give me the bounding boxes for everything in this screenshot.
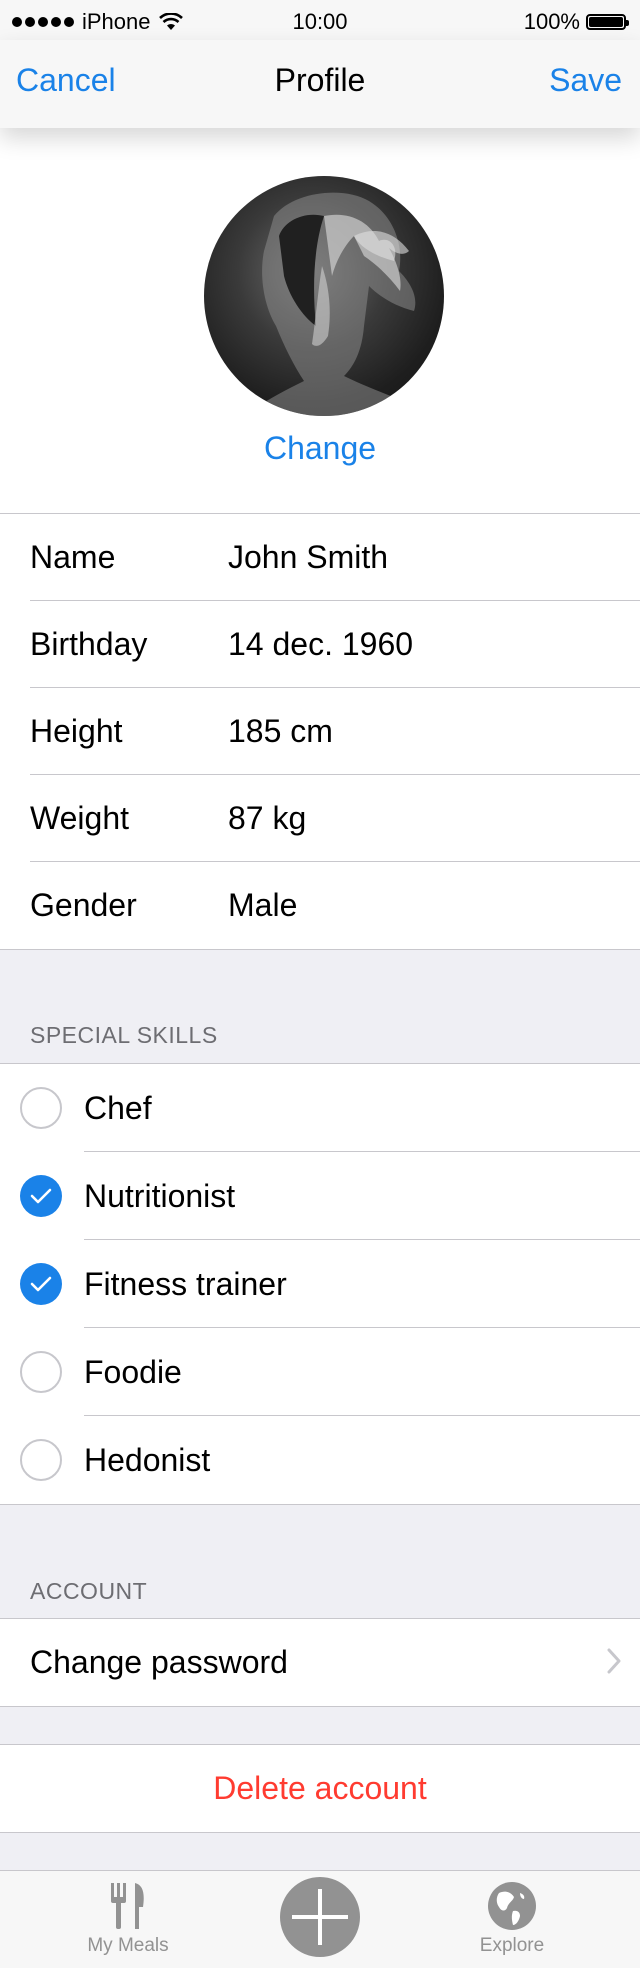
- battery-percentage: 100%: [523, 9, 580, 34]
- skill-fitness-trainer[interactable]: Fitness trainer: [0, 1240, 640, 1328]
- delete-account-button[interactable]: Delete account: [0, 1745, 640, 1832]
- tab-bar: My Meals Explore: [0, 1870, 640, 1968]
- special-skills-list: Chef Nutritionist Fitness trainer Foodie…: [0, 1063, 640, 1505]
- save-button[interactable]: Save: [549, 62, 622, 99]
- field-height[interactable]: Height 185 cm: [0, 688, 640, 775]
- skill-label: Hedonist: [84, 1442, 211, 1478]
- battery-icon: [586, 14, 629, 30]
- field-label: Height: [30, 713, 123, 749]
- account-header: ACCOUNT: [30, 1578, 148, 1604]
- battery-status: 100%: [523, 9, 629, 35]
- skill-nutritionist[interactable]: Nutritionist: [0, 1152, 640, 1240]
- avatar[interactable]: [204, 176, 444, 416]
- skill-foodie[interactable]: Foodie: [0, 1328, 640, 1416]
- field-label: Gender: [30, 887, 137, 923]
- add-meal-button[interactable]: [280, 1877, 360, 1957]
- skill-label: Foodie: [84, 1354, 182, 1390]
- field-value[interactable]: 185 cm: [228, 713, 333, 750]
- special-skills-header: SPECIAL SKILLS: [30, 1022, 218, 1048]
- tab-label: Explore: [479, 1935, 545, 1956]
- unchecked-circle-icon[interactable]: [20, 1351, 62, 1393]
- field-label: Name: [30, 539, 116, 575]
- navigation-bar: Cancel Profile Save: [0, 40, 640, 128]
- tab-explore[interactable]: Explore: [432, 1881, 592, 1957]
- checkmark-circle-icon[interactable]: [20, 1263, 62, 1305]
- field-gender[interactable]: Gender Male: [0, 862, 640, 949]
- avatar-section: Change: [0, 128, 640, 513]
- skill-label: Chef: [84, 1090, 152, 1126]
- delete-account-section: Delete account: [0, 1744, 640, 1833]
- globe-icon: [488, 1882, 536, 1930]
- profile-photo: [244, 192, 434, 416]
- field-label: Weight: [30, 800, 130, 836]
- change-password-row[interactable]: Change password: [0, 1619, 640, 1706]
- field-value[interactable]: 14 dec. 1960: [228, 626, 413, 663]
- field-name[interactable]: Name John Smith: [0, 514, 640, 601]
- page-title: Profile: [274, 62, 366, 98]
- delete-account-label: Delete account: [213, 1770, 427, 1806]
- skill-hedonist[interactable]: Hedonist: [0, 1416, 640, 1504]
- skill-label: Nutritionist: [84, 1178, 236, 1214]
- skill-chef[interactable]: Chef: [0, 1064, 640, 1152]
- fork-knife-icon: [111, 1883, 144, 1929]
- change-photo-button[interactable]: Change: [0, 430, 640, 467]
- chevron-right-icon: [607, 1648, 621, 1674]
- status-bar: iPhone 10:00 100%: [0, 0, 640, 40]
- field-weight[interactable]: Weight 87 kg: [0, 775, 640, 862]
- account-section: Change password: [0, 1618, 640, 1707]
- unchecked-circle-icon[interactable]: [20, 1439, 62, 1481]
- field-value[interactable]: John Smith: [228, 539, 388, 576]
- tab-my-meals[interactable]: My Meals: [48, 1881, 208, 1957]
- checkmark-circle-icon[interactable]: [20, 1175, 62, 1217]
- change-password-label: Change password: [30, 1644, 288, 1680]
- field-value[interactable]: Male: [228, 887, 297, 924]
- tab-label: My Meals: [87, 1935, 169, 1956]
- skill-label: Fitness trainer: [84, 1266, 287, 1302]
- unchecked-circle-icon[interactable]: [20, 1087, 62, 1129]
- field-label: Birthday: [30, 626, 148, 662]
- field-birthday[interactable]: Birthday 14 dec. 1960: [0, 601, 640, 688]
- field-value[interactable]: 87 kg: [228, 800, 306, 837]
- profile-fields: Name John Smith Birthday 14 dec. 1960 He…: [0, 513, 640, 950]
